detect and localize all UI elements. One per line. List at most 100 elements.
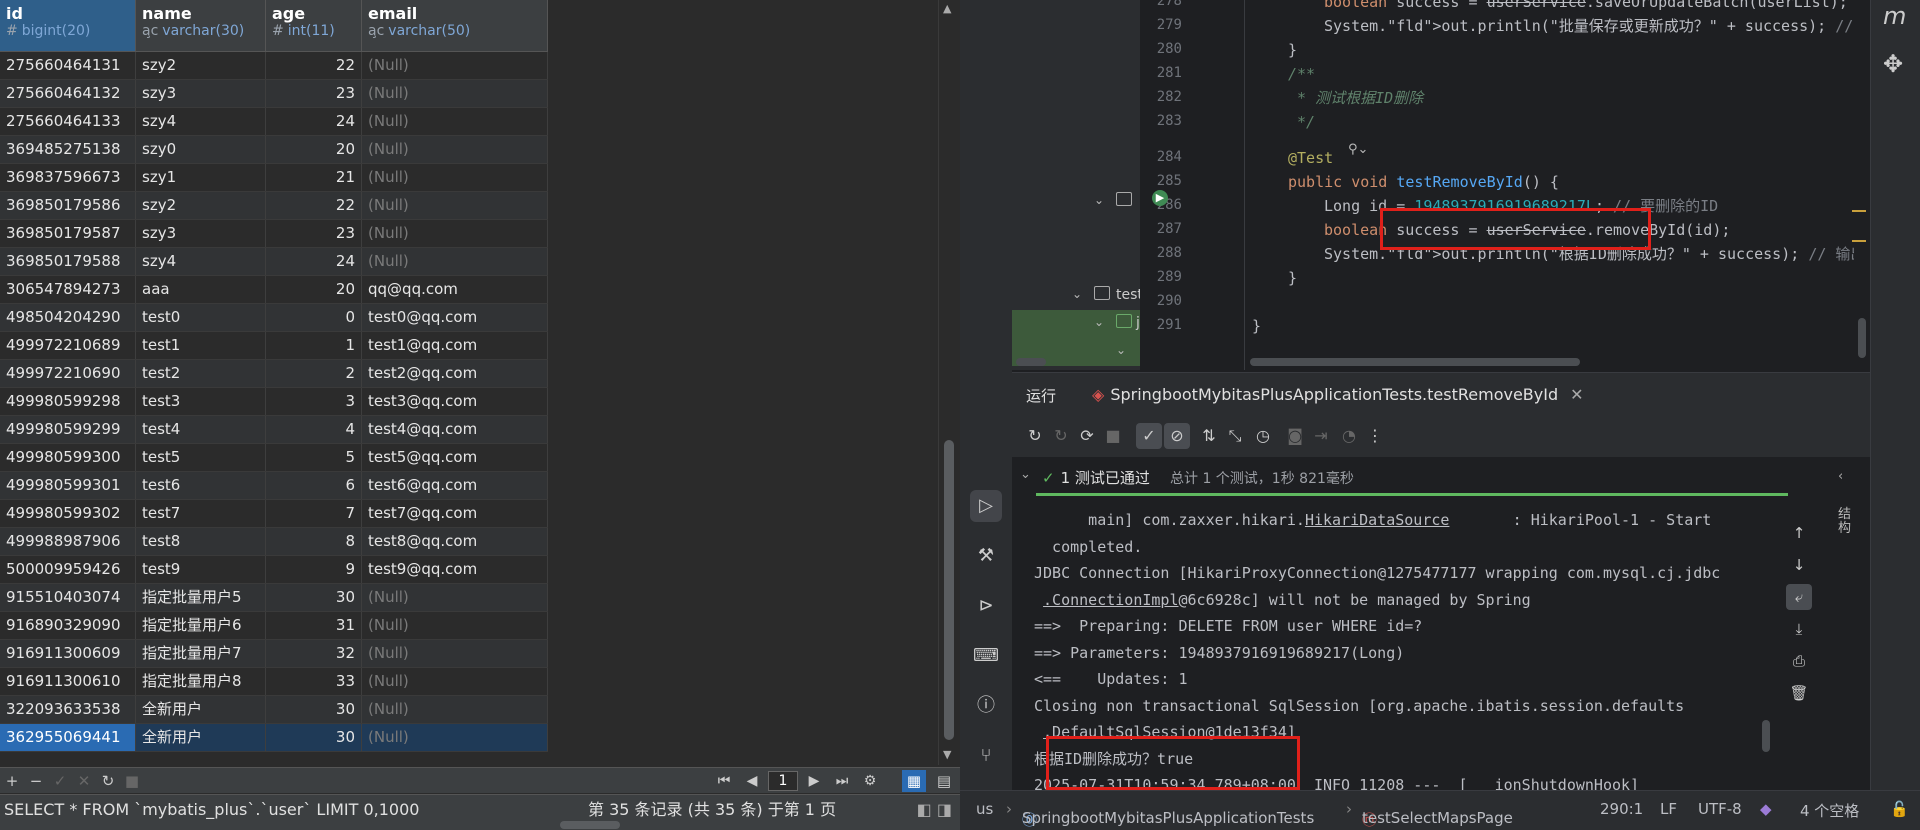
code-line[interactable]: } bbox=[1288, 266, 1297, 290]
collapse-icon[interactable]: ⤡ bbox=[1222, 423, 1248, 449]
cell-email[interactable]: (Null) bbox=[362, 192, 548, 219]
chevron-down-icon[interactable]: ⌄ bbox=[1094, 315, 1104, 329]
cell-email[interactable]: (Null) bbox=[362, 612, 548, 639]
cell-id[interactable]: 369837596673 bbox=[0, 164, 136, 191]
prev-page-icon[interactable]: ◀ bbox=[740, 773, 764, 789]
code-line[interactable]: boolean success = userService.saveOrUpda… bbox=[1324, 0, 1848, 14]
table-row[interactable]: 499980599301 test6 6 test6@qq.com bbox=[0, 472, 548, 500]
column-header-name[interactable]: name a̧c varchar(30) bbox=[136, 0, 266, 51]
table-row[interactable]: 499980599302 test7 7 test7@qq.com bbox=[0, 500, 548, 528]
cell-name[interactable]: test1 bbox=[136, 332, 266, 359]
table-row[interactable]: 498504204290 test0 0 test0@qq.com bbox=[0, 304, 548, 332]
cell-id[interactable]: 916890329090 bbox=[0, 612, 136, 639]
m-plugin-icon[interactable]: m bbox=[1883, 2, 1906, 30]
build-hammer-icon[interactable]: ⚒ bbox=[970, 540, 1002, 572]
grid-vertical-scrollbar[interactable]: ▲ ▼ bbox=[938, 0, 958, 765]
cell-name[interactable]: szy4 bbox=[136, 108, 266, 135]
cell-age[interactable]: 0 bbox=[266, 304, 362, 331]
cell-age[interactable]: 24 bbox=[266, 108, 362, 135]
table-row[interactable]: 915510403074 指定批量用户5 30 (Null) bbox=[0, 584, 548, 612]
table-row[interactable]: 362955069441 全新用户 30 (Null) bbox=[0, 724, 548, 752]
console-line[interactable]: ==> Preparing: DELETE FROM user WHERE id… bbox=[1034, 613, 1422, 639]
cell-id[interactable]: 499980599302 bbox=[0, 500, 136, 527]
cell-email[interactable]: (Null) bbox=[362, 220, 548, 247]
cell-age[interactable]: 5 bbox=[266, 444, 362, 471]
cell-age[interactable]: 33 bbox=[266, 668, 362, 695]
table-row[interactable]: 369485275138 szy0 20 (Null) bbox=[0, 136, 548, 164]
cell-age[interactable]: 23 bbox=[266, 220, 362, 247]
lock-icon[interactable]: 🔓 bbox=[1890, 800, 1909, 818]
table-row[interactable]: 916890329090 指定批量用户6 31 (Null) bbox=[0, 612, 548, 640]
tree-hscroll[interactable] bbox=[1016, 358, 1046, 366]
close-icon[interactable]: ✕ bbox=[1570, 385, 1583, 404]
run-test-icon[interactable]: ▶ bbox=[1152, 190, 1168, 206]
cell-email[interactable]: test7@qq.com bbox=[362, 500, 548, 527]
coverage-icon[interactable]: ◔ bbox=[1336, 423, 1362, 449]
soft-wrap-icon[interactable]: ⤶ bbox=[1786, 584, 1812, 610]
code-line[interactable]: */ bbox=[1288, 110, 1315, 134]
git-branch-icon[interactable]: ⑂ bbox=[970, 740, 1002, 772]
refresh-icon[interactable]: ↻ bbox=[96, 772, 120, 790]
cell-id[interactable]: 499972210690 bbox=[0, 360, 136, 387]
ai-assistant-icon[interactable]: ✥ bbox=[1883, 50, 1903, 78]
cell-age[interactable]: 31 bbox=[266, 612, 362, 639]
chevron-down-icon[interactable]: ⌄ bbox=[1116, 343, 1126, 357]
cell-email[interactable]: test8@qq.com bbox=[362, 528, 548, 555]
code-line[interactable]: * 测试根据ID删除 bbox=[1288, 86, 1423, 110]
cell-age[interactable]: 22 bbox=[266, 52, 362, 79]
code-line[interactable]: } bbox=[1288, 38, 1297, 62]
console-scrollbar[interactable] bbox=[1762, 720, 1770, 752]
sort-icon[interactable]: ⇅ bbox=[1196, 423, 1222, 449]
cell-name[interactable]: test0 bbox=[136, 304, 266, 331]
add-row-icon[interactable]: + bbox=[0, 772, 24, 790]
table-row[interactable]: 916911300609 指定批量用户7 32 (Null) bbox=[0, 640, 548, 668]
cell-id[interactable]: 306547894273 bbox=[0, 276, 136, 303]
cell-age[interactable]: 3 bbox=[266, 388, 362, 415]
code-hint-icon[interactable]: ⚲⌄ bbox=[1348, 142, 1368, 157]
cell-id[interactable]: 362955069441 bbox=[0, 724, 136, 751]
table-row[interactable]: 369837596673 szy1 21 (Null) bbox=[0, 164, 548, 192]
cell-id[interactable]: 275660464133 bbox=[0, 108, 136, 135]
cell-email[interactable]: test9@qq.com bbox=[362, 556, 548, 583]
cell-name[interactable]: 指定批量用户6 bbox=[136, 612, 266, 639]
cell-email[interactable]: (Null) bbox=[362, 136, 548, 163]
chevron-down-icon[interactable]: ⌄ bbox=[1072, 287, 1082, 301]
cell-id[interactable]: 369850179587 bbox=[0, 220, 136, 247]
cell-email[interactable]: qq@qq.com bbox=[362, 276, 548, 303]
cell-email[interactable]: (Null) bbox=[362, 80, 548, 107]
run-tool-icon[interactable]: ▷ bbox=[970, 490, 1002, 522]
table-row[interactable]: 499980599300 test5 5 test5@qq.com bbox=[0, 444, 548, 472]
terminal-icon[interactable]: ⌨ bbox=[970, 640, 1002, 672]
cell-age[interactable]: 4 bbox=[266, 416, 362, 443]
code-line[interactable]: } bbox=[1252, 314, 1261, 338]
cell-name[interactable]: szy3 bbox=[136, 220, 266, 247]
chevron-down-icon[interactable]: ⌄ bbox=[1094, 193, 1104, 207]
cell-age[interactable]: 7 bbox=[266, 500, 362, 527]
cell-email[interactable]: (Null) bbox=[362, 108, 548, 135]
chevron-down-icon[interactable]: ⌄ bbox=[1020, 467, 1031, 482]
table-row[interactable]: 369850179586 szy2 22 (Null) bbox=[0, 192, 548, 220]
cell-name[interactable]: test9 bbox=[136, 556, 266, 583]
cell-age[interactable]: 8 bbox=[266, 528, 362, 555]
cell-age[interactable]: 2 bbox=[266, 360, 362, 387]
cell-name[interactable]: 全新用户 bbox=[136, 696, 266, 723]
page-number-input[interactable]: 1 bbox=[768, 771, 798, 791]
toggle-auto-test-icon[interactable]: ⟳ bbox=[1074, 423, 1100, 449]
cell-id[interactable]: 369850179586 bbox=[0, 192, 136, 219]
cell-name[interactable]: 指定批量用户8 bbox=[136, 668, 266, 695]
console-line[interactable]: completed. bbox=[1034, 534, 1142, 560]
code-text[interactable]: ⚲⌄ boolean success = userService.saveOrU… bbox=[1204, 0, 1854, 370]
run-tab[interactable]: ◈ SpringbootMybitasPlusApplicationTests.t… bbox=[1092, 385, 1584, 404]
cell-email[interactable]: (Null) bbox=[362, 52, 548, 79]
camera-icon[interactable]: ◙ bbox=[1282, 423, 1308, 449]
cell-email[interactable]: test5@qq.com bbox=[362, 444, 548, 471]
cell-name[interactable]: szy2 bbox=[136, 192, 266, 219]
cell-name[interactable]: szy0 bbox=[136, 136, 266, 163]
cell-name[interactable]: szy2 bbox=[136, 52, 266, 79]
code-line[interactable]: /** bbox=[1288, 62, 1315, 86]
form-view-icon[interactable]: ▤ bbox=[932, 770, 956, 792]
cell-name[interactable]: test5 bbox=[136, 444, 266, 471]
cell-id[interactable]: 499980599299 bbox=[0, 416, 136, 443]
delete-row-icon[interactable]: − bbox=[24, 772, 48, 790]
scrollbar-thumb[interactable] bbox=[944, 440, 954, 740]
